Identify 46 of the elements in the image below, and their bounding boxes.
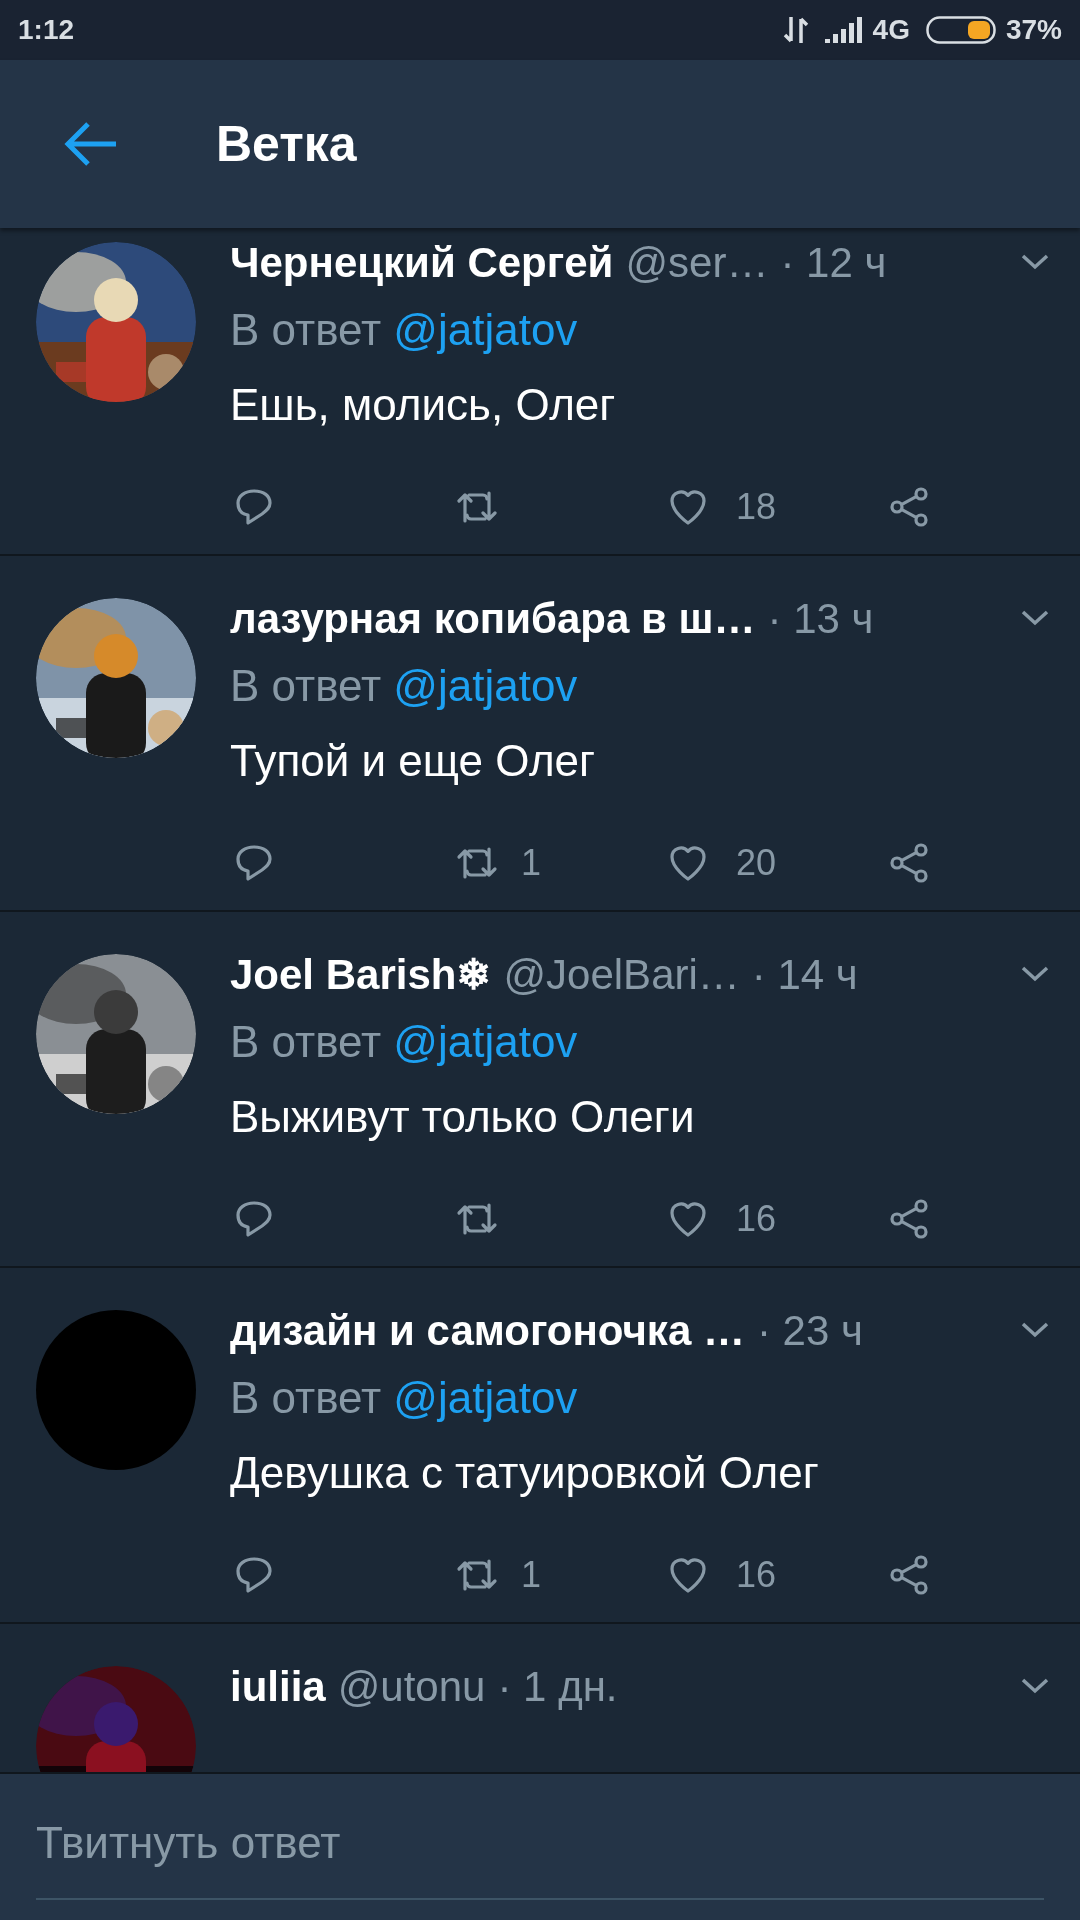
reply-label: В ответ	[230, 1372, 382, 1424]
tweet-text: Выживут только Олеги	[230, 1091, 696, 1143]
back-arrow-icon[interactable]	[62, 120, 118, 168]
author-handle: @ser…	[625, 237, 769, 288]
mention-link[interactable]: @jatjatov	[393, 1009, 578, 1075]
reply-input-field[interactable]: Твитнуть ответ	[36, 1810, 1044, 1898]
author-name: iuliia	[230, 1661, 326, 1712]
tweet-time: · 13 ч	[767, 593, 874, 644]
chevron-down-icon[interactable]	[1020, 1320, 1050, 1340]
chevron-down-icon[interactable]	[1020, 964, 1050, 984]
author-name: Чернецкий Сергей	[230, 237, 614, 288]
battery-icon	[925, 16, 996, 44]
status-time: 1:12	[18, 13, 75, 47]
author-handle: @utonu	[337, 1661, 486, 1712]
reply-label: В ответ	[230, 1016, 382, 1068]
data-arrows-icon	[782, 15, 809, 45]
like-count: 16	[736, 1197, 777, 1241]
tweet-time: · 14 ч	[751, 949, 858, 1000]
mention-link[interactable]: @jatjatov	[393, 1365, 578, 1431]
chevron-down-icon[interactable]	[1020, 608, 1050, 628]
author-name: лазурная копибара в ш…	[230, 593, 756, 644]
tweet-time: · 12 ч	[780, 237, 887, 288]
chevron-down-icon[interactable]	[1020, 1676, 1050, 1696]
signal-icon	[824, 17, 863, 43]
author-name: дизайн и самогоночка …	[230, 1305, 745, 1356]
retweet-count: 1	[521, 1553, 542, 1597]
tweet-text: Ешь, молись, Олег	[230, 379, 617, 431]
reply-label: В ответ	[230, 304, 382, 356]
author-handle: @JoelBari…	[503, 949, 740, 1000]
reply-label: В ответ	[230, 660, 382, 712]
network-type: 4G	[872, 13, 910, 47]
tweet-time: · 1 дн.	[497, 1661, 618, 1712]
like-count: 18	[736, 485, 777, 529]
tweet-text: Девушка с татуировкой Олег	[230, 1447, 820, 1499]
tweet-text: Тупой и еще Олег	[230, 735, 597, 787]
mention-link[interactable]: @jatjatov	[393, 653, 578, 719]
like-count: 20	[736, 841, 777, 885]
like-count: 16	[736, 1553, 777, 1597]
tweet-time: · 23 ч	[756, 1305, 863, 1356]
chevron-down-icon[interactable]	[1020, 252, 1050, 272]
battery-percent: 37%	[1005, 13, 1062, 47]
mention-link[interactable]: @jatjatov	[393, 297, 578, 363]
reply-bar[interactable]: Твитнуть ответ	[0, 1772, 1080, 1920]
header-title: Ветка	[216, 114, 357, 174]
retweet-count: 1	[521, 841, 542, 885]
author-name: Joel Barish❄	[230, 949, 492, 1000]
